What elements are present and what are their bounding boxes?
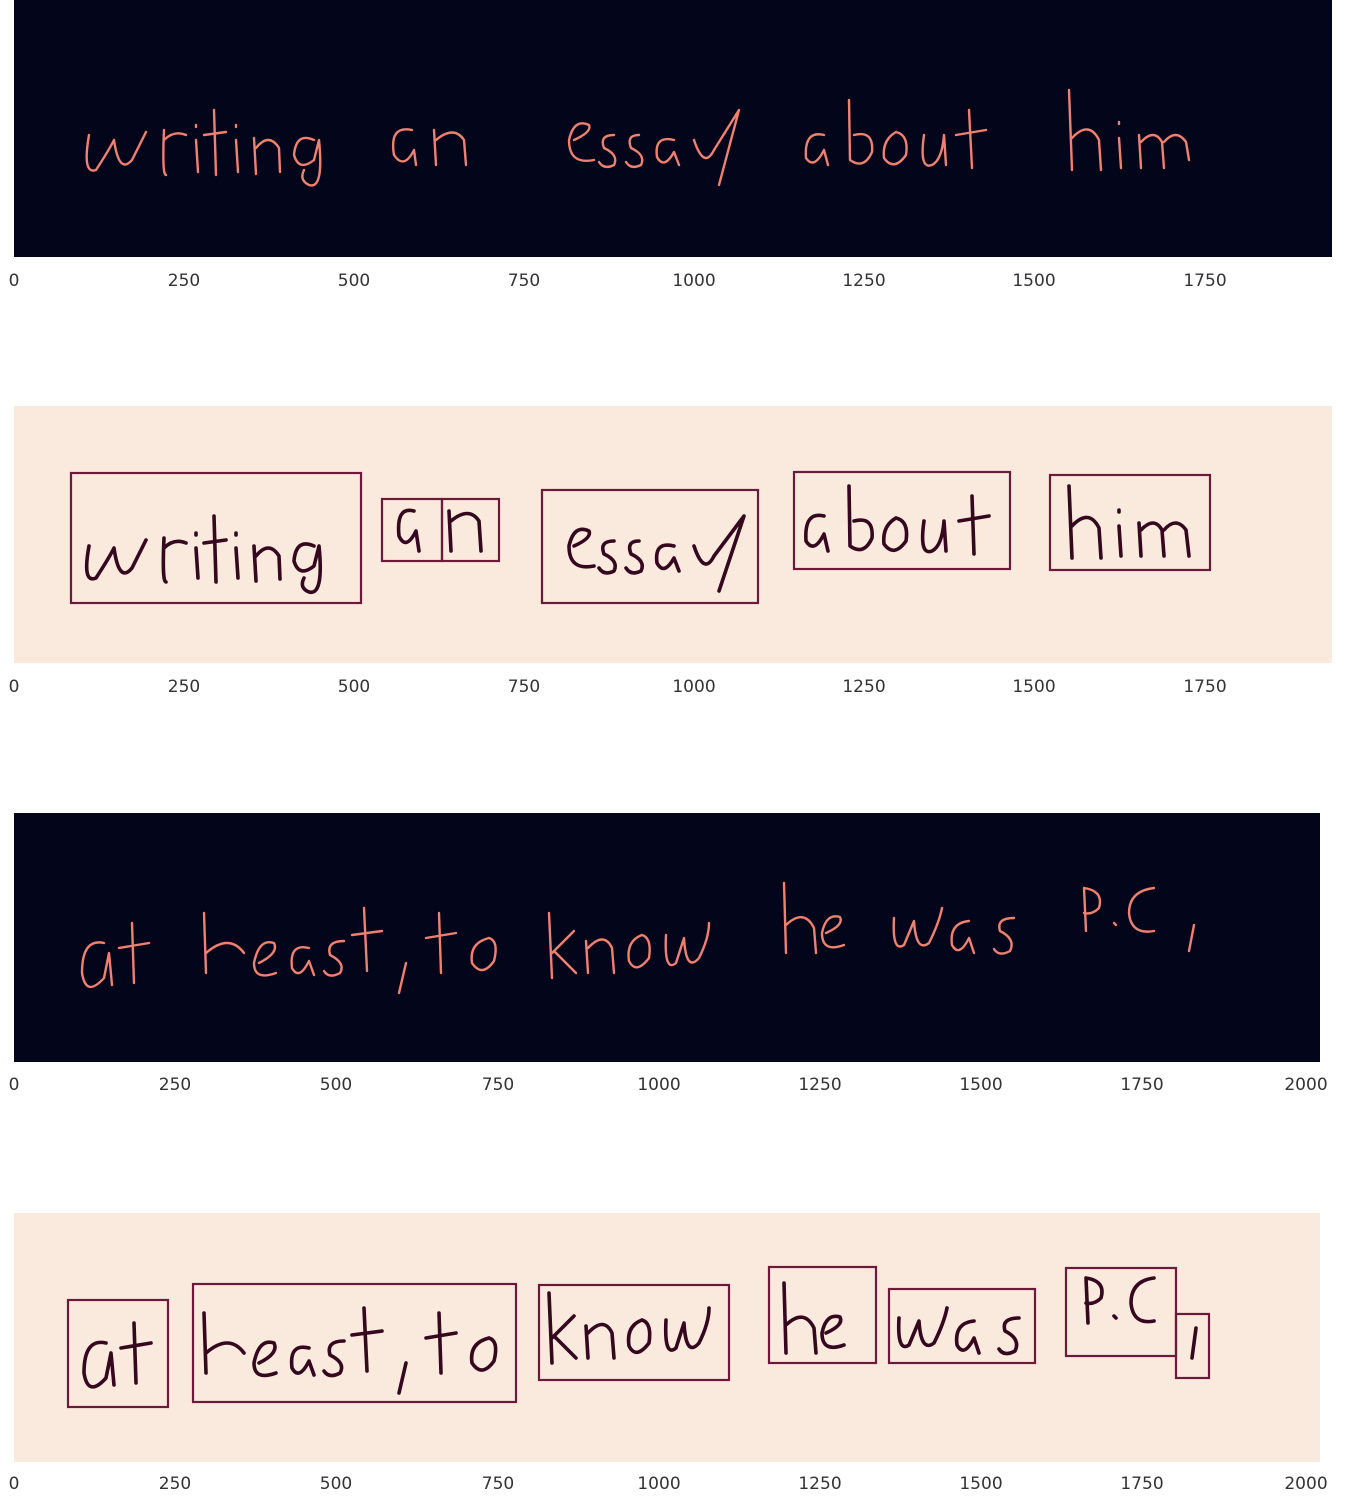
- x-axis-ticks-3: 0 250 500 750 1000 1250 1500 1750 2000: [0, 1075, 1362, 1099]
- tick-label: 2000: [1284, 1474, 1328, 1494]
- tick-label: 1000: [637, 1474, 681, 1494]
- panel-2: 0 250 500 750 1000 1250 1500 1750: [0, 406, 1362, 706]
- handwriting-image-1: [14, 0, 1332, 257]
- tick-label: 500: [337, 271, 371, 291]
- word-bounding-box: [540, 488, 760, 605]
- panel-3: 0 250 500 750 1000 1250 1500 1750 2000: [0, 813, 1362, 1113]
- tick-label: 250: [158, 1075, 192, 1095]
- handwriting-strokes-1: [85, 88, 1191, 187]
- word-bounding-box: [440, 497, 501, 563]
- panel-1: 0 250 500 750 1000 1250 1500 1750: [0, 0, 1362, 300]
- tick-label: 0: [8, 1075, 20, 1095]
- tick-label: 250: [167, 271, 201, 291]
- tick-label: 1000: [672, 271, 716, 291]
- tick-label: 1750: [1120, 1474, 1164, 1494]
- tick-label: 1500: [959, 1075, 1003, 1095]
- word-bounding-box: [792, 470, 1012, 571]
- handwriting-image-2: [14, 813, 1320, 1062]
- tick-label: 0: [8, 1474, 20, 1494]
- word-bounding-box: [1064, 1266, 1178, 1358]
- tick-label: 2000: [1284, 1075, 1328, 1095]
- tick-label: 750: [481, 1075, 515, 1095]
- tick-label: 1250: [798, 1075, 842, 1095]
- word-bounding-box: [69, 471, 363, 605]
- box-layer-4: [66, 1265, 1211, 1409]
- tick-label: 0: [8, 677, 20, 697]
- tick-label: 1500: [1012, 677, 1056, 697]
- x-axis-ticks-1: 0 250 500 750 1000 1250 1500 1750: [0, 271, 1362, 295]
- x-axis-ticks-2: 0 250 500 750 1000 1250 1500 1750: [0, 677, 1362, 701]
- tick-label: 750: [507, 271, 541, 291]
- tick-label: 1500: [1012, 271, 1056, 291]
- tick-label: 1250: [842, 271, 886, 291]
- word-bounding-box: [537, 1283, 731, 1382]
- tick-label: 750: [481, 1474, 515, 1494]
- tick-label: 1500: [959, 1474, 1003, 1494]
- tick-label: 1000: [672, 677, 716, 697]
- x-axis-ticks-4: 0 250 500 750 1000 1250 1500 1750 2000: [0, 1474, 1362, 1498]
- word-bounding-box: [887, 1287, 1037, 1365]
- word-bounding-box: [380, 497, 444, 563]
- tick-label: 1250: [842, 677, 886, 697]
- word-bounding-box: [66, 1298, 170, 1409]
- word-bounding-box: [1048, 473, 1212, 572]
- tick-label: 1250: [798, 1474, 842, 1494]
- tick-label: 1000: [637, 1075, 681, 1095]
- word-bounding-box: [1174, 1312, 1211, 1380]
- word-bounding-box: [767, 1265, 878, 1365]
- tick-label: 1750: [1120, 1075, 1164, 1095]
- panel-4: 0 250 500 750 1000 1250 1500 1750 2000: [0, 1213, 1362, 1512]
- handwriting-strokes-3: [80, 881, 1196, 995]
- tick-label: 500: [319, 1474, 353, 1494]
- tick-label: 750: [507, 677, 541, 697]
- tick-label: 250: [158, 1474, 192, 1494]
- tick-label: 500: [337, 677, 371, 697]
- word-bounding-box: [191, 1282, 518, 1404]
- box-layer-2: [69, 470, 1212, 605]
- tick-label: 1750: [1183, 271, 1227, 291]
- tick-label: 1750: [1183, 677, 1227, 697]
- tick-label: 250: [167, 677, 201, 697]
- tick-label: 0: [8, 271, 20, 291]
- tick-label: 500: [319, 1075, 353, 1095]
